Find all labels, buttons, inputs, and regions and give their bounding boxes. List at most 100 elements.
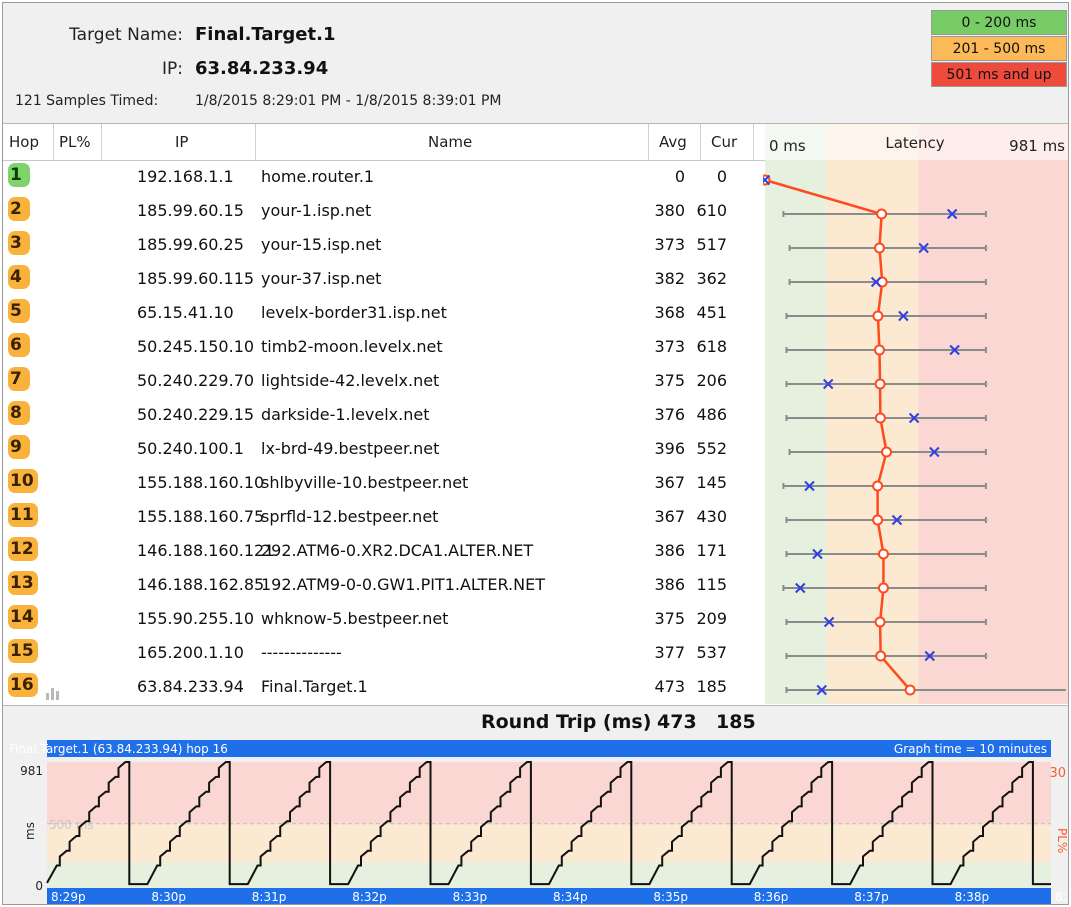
round-trip-avg: 473 (657, 711, 697, 733)
hop-name: darkside-1.levelx.net (261, 405, 430, 424)
hop-row[interactable]: 10 155.188.160.10 shlbyville-10.bestpeer.n… (3, 466, 763, 500)
hop-number-badge: 14 (8, 605, 38, 629)
pl-max-label: 30 (1049, 766, 1066, 781)
col-hop[interactable]: Hop (9, 133, 39, 151)
timeline-ymin-label: 0 (35, 879, 43, 893)
hop-row[interactable]: 3 185.99.60.25 your-15.isp.net 373 517 (3, 228, 763, 262)
timeline-zone-medium (47, 823, 1051, 863)
hop-number-badge: 5 (8, 299, 30, 323)
avg-latency-marker (873, 344, 885, 356)
hop-row[interactable]: 7 50.240.229.70 lightside-42.levelx.net 375… (3, 364, 763, 398)
hop-ip: 146.188.162.85 (137, 575, 265, 594)
hop-name: 192.ATM9-0-0.GW1.PIT1.ALTER.NET (261, 575, 545, 594)
hop-row[interactable]: 15 165.200.1.10 -------------- 377 537 (3, 636, 763, 670)
hop-row[interactable]: 1 192.168.1.1 home.router.1 0 0 (3, 160, 763, 194)
hop-name: whknow-5.bestpeer.net (261, 609, 449, 628)
ip-label: IP: (162, 59, 183, 79)
timeline-graph: Final.Target.1 (63.84.233.94) hop 16 Grap… (3, 740, 1068, 904)
col-ip[interactable]: IP (175, 133, 188, 151)
hop-ip: 155.90.255.10 (137, 609, 255, 628)
hop-cur: 209 (696, 609, 727, 628)
hop-name: lx-brd-49.bestpeer.net (261, 439, 440, 458)
hop-number-badge: 10 (8, 469, 38, 493)
time-tick-label: 8:29p (51, 890, 86, 904)
hop-row[interactable]: 12 146.188.160.121 292.ATM6-0.XR2.DCA1.ALT… (3, 534, 763, 568)
col-name[interactable]: Name (428, 133, 472, 151)
hop-row[interactable]: 16 63.84.233.94 Final.Target.1 473 185 (3, 670, 763, 704)
hop-name: your-37.isp.net (261, 269, 382, 288)
hop-avg: 386 (654, 575, 685, 594)
avg-latency-marker (874, 378, 886, 390)
hop-ip: 65.15.41.10 (137, 303, 234, 322)
time-tick-label: 8:32p (352, 890, 387, 904)
hop-row[interactable]: 8 50.240.229.15 darkside-1.levelx.net 376 48… (3, 398, 763, 432)
trace-window: Target Name: Final.Target.1 IP: 63.84.23… (2, 2, 1069, 905)
hop-name: home.router.1 (261, 167, 375, 186)
hop-ip: 185.99.60.25 (137, 235, 244, 254)
hop-row[interactable]: 6 50.245.150.10 timb2-moon.levelx.net 373 61… (3, 330, 763, 364)
pl-axis-label: PL% (1055, 828, 1068, 853)
samples-range: 1/8/2015 8:29:01 PM - 1/8/2015 8:39:01 P… (195, 93, 502, 109)
avg-latency-marker (875, 650, 887, 662)
hop-number-badge: 4 (8, 265, 30, 289)
hop-ip: 185.99.60.15 (137, 201, 244, 220)
latency-graph: 0 ms Latency 981 ms (763, 124, 1068, 704)
hop-number-badge: 3 (8, 231, 30, 255)
round-trip-bar: Round Trip (ms) 473 185 (3, 705, 1068, 741)
time-tick-label: 8:31p (252, 890, 287, 904)
hop-row[interactable]: 11 155.188.160.75 sprfld-12.bestpeer.net 36… (3, 500, 763, 534)
time-axis-bar (47, 888, 1051, 904)
hop-name: your-15.isp.net (261, 235, 382, 254)
hop-number-badge: 1 (8, 163, 30, 187)
hop-cur: 451 (696, 303, 727, 322)
avg-latency-marker (872, 514, 884, 526)
hop-number-badge: 16 (8, 673, 38, 697)
hop-number-badge: 15 (8, 639, 38, 663)
hop-table: 1 192.168.1.1 home.router.1 0 0 2 185.99.60.15… (3, 160, 763, 705)
time-tick-label: 8:35p (653, 890, 688, 904)
hop-cur: 430 (696, 507, 727, 526)
hop-number-badge: 11 (8, 503, 38, 527)
bar-graph-icon[interactable] (45, 684, 63, 704)
hop-avg: 377 (654, 643, 685, 662)
round-trip-label: Round Trip (ms) (481, 711, 652, 733)
latency-zone-low (765, 124, 827, 704)
timeline-yunit-label: ms (23, 822, 37, 840)
time-tick-label: 8:36p (754, 890, 789, 904)
hop-avg: 473 (654, 677, 685, 696)
hop-row[interactable]: 14 155.90.255.10 whknow-5.bestpeer.net 375 2… (3, 602, 763, 636)
hop-avg: 368 (654, 303, 685, 322)
hop-row[interactable]: 5 65.15.41.10 levelx-border31.isp.net 368 45… (3, 296, 763, 330)
avg-latency-marker (872, 480, 884, 492)
hop-row[interactable]: 2 185.99.60.15 your-1.isp.net 380 610 (3, 194, 763, 228)
time-tick-label: 8:39p (1055, 890, 1068, 904)
graph-time-label: Graph time = 10 minutes (894, 742, 1047, 756)
hop-cur: 171 (696, 541, 727, 560)
hop-cur: 610 (696, 201, 727, 220)
hop-cur: 517 (696, 235, 727, 254)
hop-row[interactable]: 13 146.188.162.85 192.ATM9-0-0.GW1.PIT1.AL… (3, 568, 763, 602)
hop-number-badge: 6 (8, 333, 30, 357)
col-cur[interactable]: Cur (711, 133, 737, 151)
hop-ip: 50.245.150.10 (137, 337, 255, 356)
hop-avg: 380 (654, 201, 685, 220)
hop-cur: 0 (716, 167, 727, 186)
latency-max-label: 981 ms (1009, 137, 1065, 155)
target-name-label: Target Name: (69, 25, 183, 45)
avg-latency-marker (872, 310, 884, 322)
col-pl[interactable]: PL% (59, 133, 91, 151)
time-tick-label: 8:33p (453, 890, 488, 904)
avg-latency-marker (876, 208, 888, 220)
hop-ip: 155.188.160.75 (137, 507, 265, 526)
hop-name: sprfld-12.bestpeer.net (261, 507, 439, 526)
hop-name: -------------- (261, 643, 342, 662)
hop-row[interactable]: 9 50.240.100.1 lx-brd-49.bestpeer.net 396 55… (3, 432, 763, 466)
hop-ip: 185.99.60.115 (137, 269, 255, 288)
hop-avg: 376 (654, 405, 685, 424)
hop-number-badge: 12 (8, 537, 38, 561)
target-name-value: Final.Target.1 (195, 24, 336, 45)
col-avg[interactable]: Avg (659, 133, 687, 151)
hop-avg: 373 (654, 235, 685, 254)
hop-row[interactable]: 4 185.99.60.115 your-37.isp.net 382 362 (3, 262, 763, 296)
legend-high-latency: 501 ms and up (931, 62, 1067, 87)
